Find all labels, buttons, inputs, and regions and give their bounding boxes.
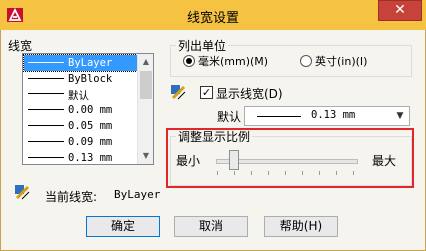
list-item[interactable]: ByBlock — [24, 71, 137, 87]
lineweight-sample-line — [28, 93, 64, 94]
list-item[interactable]: 0.00 mm — [24, 102, 137, 118]
show-lineweight-label[interactable]: 显示线宽(D) — [216, 85, 283, 102]
list-item[interactable]: 0.09 mm — [24, 134, 137, 150]
units-label: 列出单位 — [176, 37, 229, 54]
current-lineweight-icon — [15, 185, 30, 200]
scroll-thumb[interactable] — [140, 71, 152, 99]
current-lineweight-value: ByLayer — [114, 188, 161, 201]
default-lineweight-value: 0.13 mm — [311, 109, 356, 121]
radio-millimeters[interactable] — [183, 55, 195, 67]
lineweight-sample-line — [257, 116, 301, 117]
current-lineweight-label: 当前线宽: — [45, 190, 98, 204]
lineweight-sample-line — [28, 78, 64, 79]
list-scrollbar[interactable]: ▲ ▼ — [137, 54, 153, 164]
lineweights-label: 线宽 — [8, 39, 33, 53]
list-item[interactable]: 默认 — [24, 86, 137, 102]
lineweight-display-icon — [171, 85, 186, 100]
highlight-box — [166, 128, 414, 188]
ok-button[interactable]: 确定 — [86, 216, 160, 237]
radio-dot — [186, 58, 192, 64]
show-lineweight-checkbox[interactable]: ✓ — [200, 86, 213, 99]
default-lineweight-dropdown[interactable]: 0.13 mm ▼ — [244, 106, 410, 126]
radio-inches[interactable] — [300, 55, 312, 67]
lineweights-listbox[interactable]: ByLayer ByBlock 默认 0.00 mm 0.05 mm 0.09 … — [22, 53, 154, 165]
radio-millimeters-label[interactable]: 毫米(mm)(M) — [198, 53, 268, 69]
close-icon: ✕ — [394, 2, 406, 18]
window-title: 线宽设置 — [186, 11, 239, 26]
list-item[interactable]: 0.13 mm — [24, 150, 137, 164]
scroll-down-arrow-icon[interactable]: ▼ — [138, 148, 153, 164]
title-bar[interactable]: 线宽设置 — [0, 0, 426, 30]
lineweight-sample-line — [28, 157, 64, 158]
lineweight-sample-line — [28, 141, 64, 142]
list-item[interactable]: ByLayer — [23, 54, 138, 72]
radio-inches-label[interactable]: 英寸(in)(I) — [315, 53, 367, 69]
help-button[interactable]: 帮助(H) — [264, 216, 338, 237]
lineweight-sample-line — [28, 109, 64, 110]
scroll-up-arrow-icon[interactable]: ▲ — [138, 54, 153, 70]
chevron-down-icon[interactable]: ▼ — [393, 107, 407, 125]
list-item[interactable]: 0.05 mm — [24, 118, 137, 134]
default-label: 默认 — [217, 110, 242, 124]
close-button[interactable]: ✕ — [378, 0, 422, 21]
lineweight-sample-line — [28, 62, 64, 63]
cancel-button[interactable]: 取消 — [174, 216, 248, 237]
lineweight-sample-line — [28, 125, 64, 126]
